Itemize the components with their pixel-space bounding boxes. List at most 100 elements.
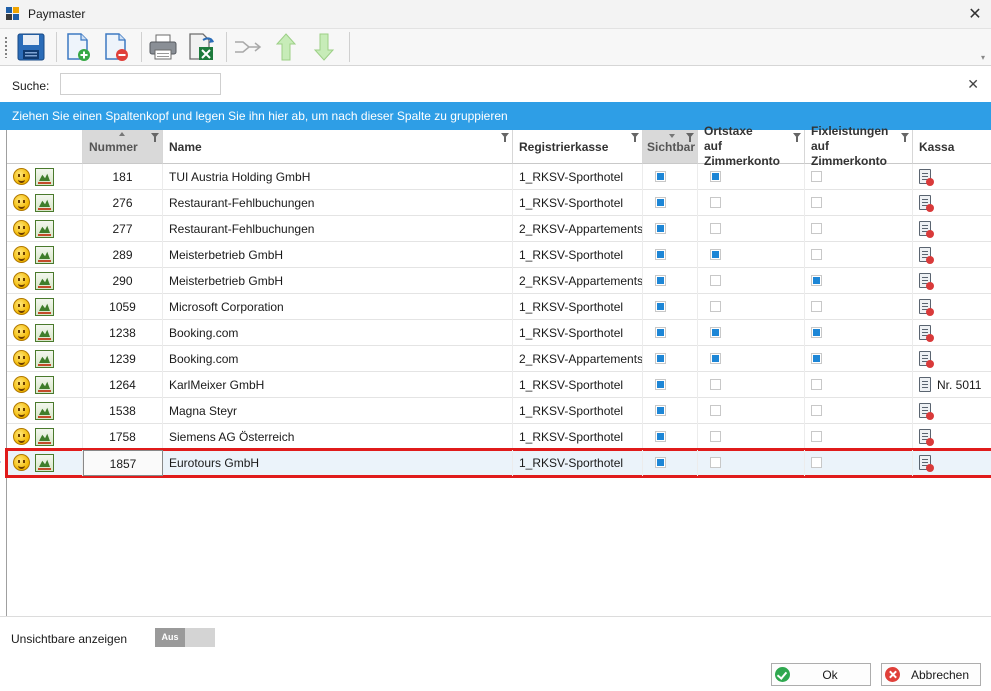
table-row[interactable]: 1758 Siemens AG Österreich 1_RKSV-Sporthot… bbox=[7, 424, 991, 450]
sichtbar-checkbox[interactable] bbox=[655, 379, 666, 390]
cell-nummer[interactable]: 1857 bbox=[83, 450, 163, 476]
header-ortstaxe[interactable]: Ortstaxe auf Zimmerkonto bbox=[698, 124, 805, 168]
sichtbar-checkbox[interactable] bbox=[655, 171, 666, 182]
fixleistungen-checkbox[interactable] bbox=[811, 405, 822, 416]
smiley-icon[interactable] bbox=[13, 272, 30, 289]
move-up-button[interactable] bbox=[269, 30, 303, 64]
register-icon[interactable] bbox=[919, 299, 934, 316]
header-fixleistungen[interactable]: Fixleistungen auf Zimmerkonto bbox=[805, 124, 913, 168]
ok-button[interactable]: Ok bbox=[771, 663, 871, 686]
sichtbar-checkbox[interactable] bbox=[655, 353, 666, 364]
cell-registrierkasse[interactable]: 2_RKSV-Appartements bbox=[513, 268, 643, 294]
picture-icon[interactable] bbox=[35, 298, 54, 316]
picture-icon[interactable] bbox=[35, 324, 54, 342]
cell-registrierkasse[interactable]: 1_RKSV-Sporthotel bbox=[513, 294, 643, 320]
picture-icon[interactable] bbox=[35, 272, 54, 290]
register-icon[interactable] bbox=[919, 455, 934, 472]
sichtbar-checkbox[interactable] bbox=[655, 275, 666, 286]
header-name[interactable]: Name bbox=[163, 130, 513, 164]
search-input[interactable] bbox=[60, 73, 221, 95]
cell-nummer[interactable]: 290 bbox=[83, 268, 163, 294]
sichtbar-checkbox[interactable] bbox=[655, 405, 666, 416]
toolbar-overflow-icon[interactable]: ▾ bbox=[981, 53, 985, 62]
ortstaxe-checkbox[interactable] bbox=[710, 405, 721, 416]
excel-export-button[interactable] bbox=[184, 30, 218, 64]
fixleistungen-checkbox[interactable] bbox=[811, 197, 822, 208]
ortstaxe-checkbox[interactable] bbox=[710, 379, 721, 390]
ortstaxe-checkbox[interactable] bbox=[710, 327, 721, 338]
fixleistungen-checkbox[interactable] bbox=[811, 327, 822, 338]
table-row[interactable]: 1538 Magna Steyr 1_RKSV-Sporthotel bbox=[7, 398, 991, 424]
picture-icon[interactable] bbox=[35, 246, 54, 264]
smiley-icon[interactable] bbox=[13, 298, 30, 315]
ortstaxe-checkbox[interactable] bbox=[710, 249, 721, 260]
table-row[interactable]: 1238 Booking.com 1_RKSV-Sporthotel bbox=[7, 320, 991, 346]
cell-name[interactable]: Meisterbetrieb GmbH bbox=[163, 268, 513, 294]
picture-icon[interactable] bbox=[35, 376, 54, 394]
picture-icon[interactable] bbox=[35, 402, 54, 420]
show-invisible-toggle[interactable]: Aus bbox=[155, 628, 215, 647]
cell-name[interactable]: Booking.com bbox=[163, 320, 513, 346]
table-row[interactable]: 1857 Eurotours GmbH 1_RKSV-Sporthotel bbox=[0, 448, 991, 478]
save-button[interactable] bbox=[14, 30, 48, 64]
cell-name[interactable]: Restaurant-Fehlbuchungen bbox=[163, 190, 513, 216]
cell-nummer[interactable]: 1239 bbox=[83, 346, 163, 372]
cell-name[interactable]: Restaurant-Fehlbuchungen bbox=[163, 216, 513, 242]
smiley-icon[interactable] bbox=[13, 168, 30, 185]
header-kassa[interactable]: Kassa bbox=[913, 130, 991, 164]
ortstaxe-checkbox[interactable] bbox=[710, 431, 721, 442]
register-icon[interactable] bbox=[919, 325, 934, 342]
merge-button[interactable] bbox=[231, 30, 265, 64]
fixleistungen-checkbox[interactable] bbox=[811, 223, 822, 234]
register-icon[interactable] bbox=[919, 351, 934, 368]
cell-nummer[interactable]: 1758 bbox=[83, 424, 163, 450]
register-icon[interactable] bbox=[919, 247, 934, 264]
cell-registrierkasse[interactable]: 1_RKSV-Sporthotel bbox=[513, 190, 643, 216]
smiley-icon[interactable] bbox=[13, 246, 30, 263]
cell-nummer[interactable]: 1059 bbox=[83, 294, 163, 320]
fixleistungen-checkbox[interactable] bbox=[811, 431, 822, 442]
cell-name[interactable]: Booking.com bbox=[163, 346, 513, 372]
cell-nummer[interactable]: 181 bbox=[83, 164, 163, 190]
sichtbar-checkbox[interactable] bbox=[655, 301, 666, 312]
smiley-icon[interactable] bbox=[13, 376, 30, 393]
cell-nummer[interactable]: 1238 bbox=[83, 320, 163, 346]
toolbar-grip-icon[interactable] bbox=[4, 36, 8, 58]
header-sichtbar[interactable]: Sichtbar bbox=[643, 130, 698, 164]
smiley-icon[interactable] bbox=[13, 402, 30, 419]
ortstaxe-checkbox[interactable] bbox=[710, 223, 721, 234]
fixleistungen-checkbox[interactable] bbox=[811, 353, 822, 364]
table-row[interactable]: 276 Restaurant-Fehlbuchungen 1_RKSV-Sporth… bbox=[7, 190, 991, 216]
cell-nummer[interactable]: 1538 bbox=[83, 398, 163, 424]
smiley-icon[interactable] bbox=[13, 194, 30, 211]
register-icon[interactable] bbox=[919, 169, 934, 186]
cell-name[interactable]: Siemens AG Österreich bbox=[163, 424, 513, 450]
table-row[interactable]: 181 TUI Austria Holding GmbH 1_RKSV-Sporth… bbox=[7, 164, 991, 190]
cell-registrierkasse[interactable]: 1_RKSV-Sporthotel bbox=[513, 450, 643, 476]
print-button[interactable] bbox=[146, 30, 180, 64]
cell-name[interactable]: Eurotours GmbH bbox=[163, 450, 513, 476]
sichtbar-checkbox[interactable] bbox=[655, 327, 666, 338]
cell-name[interactable]: TUI Austria Holding GmbH bbox=[163, 164, 513, 190]
table-row[interactable]: 277 Restaurant-Fehlbuchungen 2_RKSV-Appart… bbox=[7, 216, 991, 242]
ortstaxe-checkbox[interactable] bbox=[710, 301, 721, 312]
header-nummer[interactable]: Nummer bbox=[83, 130, 163, 164]
fixleistungen-checkbox[interactable] bbox=[811, 457, 822, 468]
cell-registrierkasse[interactable]: 1_RKSV-Sporthotel bbox=[513, 242, 643, 268]
filter-icon[interactable] bbox=[631, 133, 639, 142]
cell-registrierkasse[interactable]: 1_RKSV-Sporthotel bbox=[513, 424, 643, 450]
picture-icon[interactable] bbox=[35, 220, 54, 238]
cell-name[interactable]: KarlMeixer GmbH bbox=[163, 372, 513, 398]
ortstaxe-checkbox[interactable] bbox=[710, 197, 721, 208]
sichtbar-checkbox[interactable] bbox=[655, 249, 666, 260]
table-row[interactable]: 1059 Microsoft Corporation 1_RKSV-Sporthot… bbox=[7, 294, 991, 320]
table-row[interactable]: 1239 Booking.com 2_RKSV-Appartements bbox=[7, 346, 991, 372]
filter-icon[interactable] bbox=[501, 133, 509, 142]
clear-search-icon[interactable]: ✕ bbox=[967, 76, 979, 93]
picture-icon[interactable] bbox=[35, 428, 54, 446]
smiley-icon[interactable] bbox=[13, 220, 30, 237]
fixleistungen-checkbox[interactable] bbox=[811, 249, 822, 260]
new-button[interactable] bbox=[61, 30, 95, 64]
sichtbar-checkbox[interactable] bbox=[655, 457, 666, 468]
filter-icon[interactable] bbox=[686, 133, 694, 142]
